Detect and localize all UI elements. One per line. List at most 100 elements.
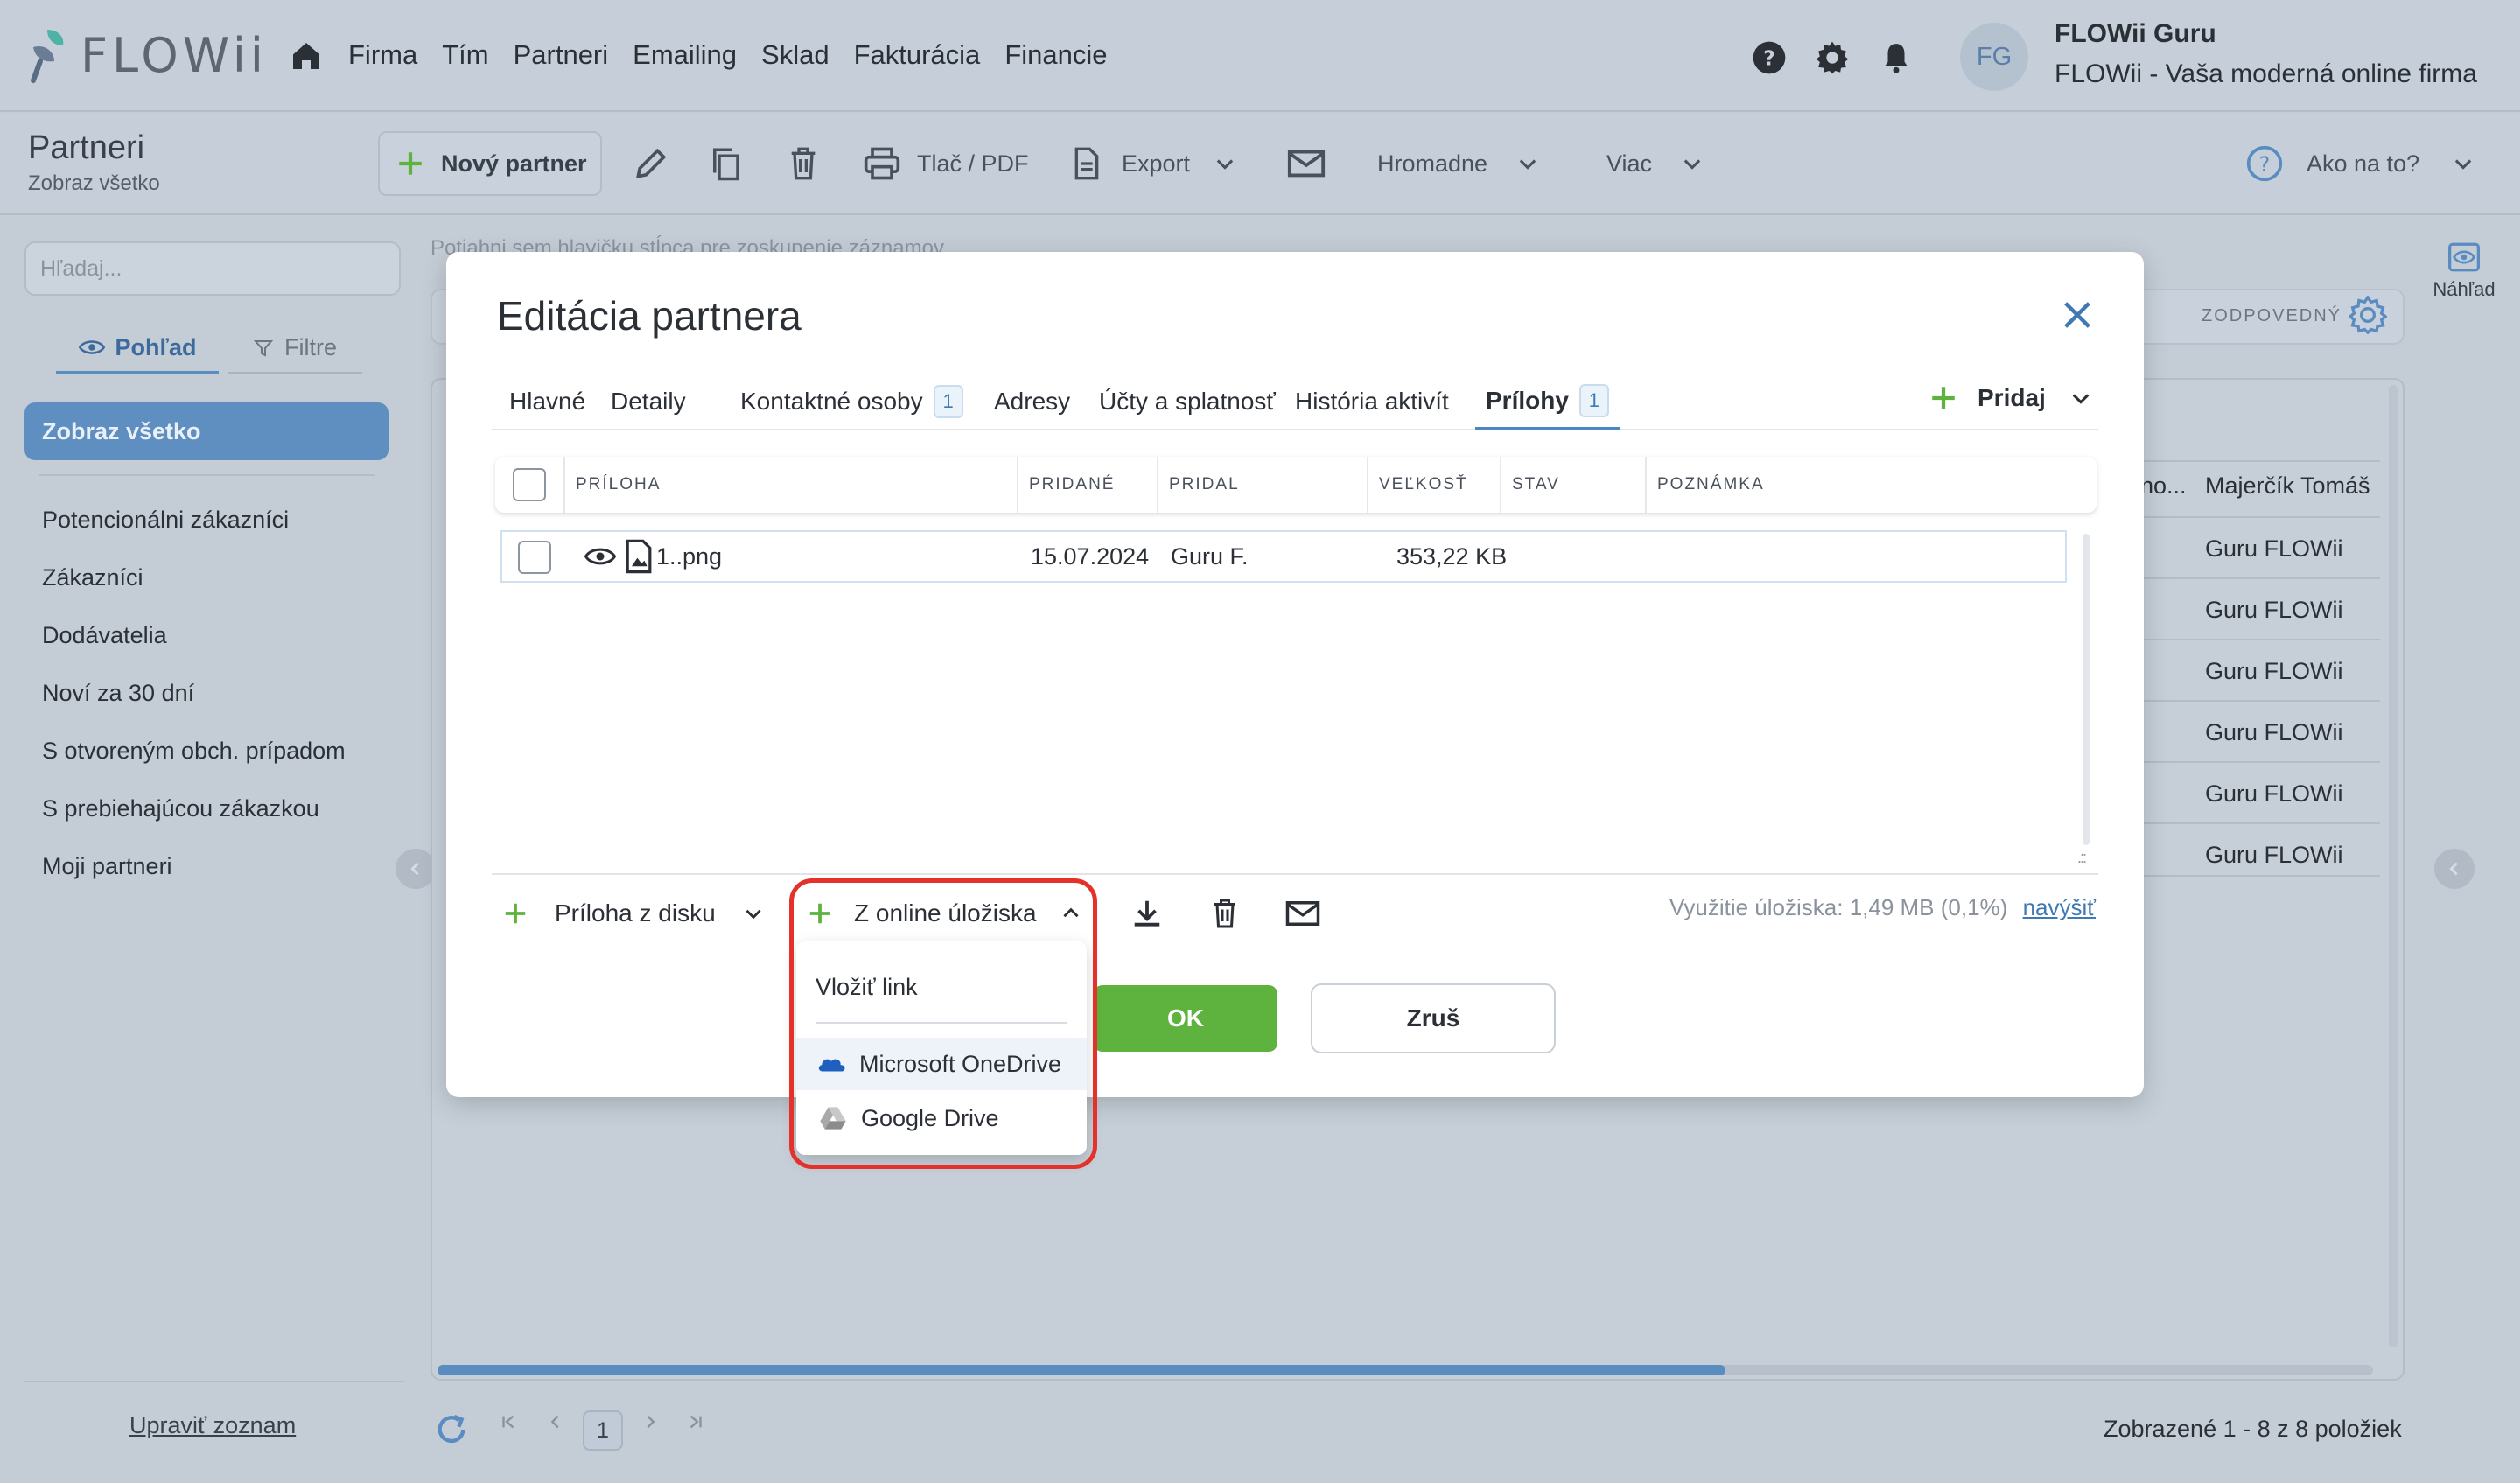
user-avatar[interactable]: FG — [1960, 23, 2028, 91]
col-status[interactable]: STAV — [1500, 457, 1560, 513]
menu-fakturacia[interactable]: Fakturácia — [854, 35, 981, 75]
menu-financie[interactable]: Financie — [1004, 35, 1107, 75]
grid-cell[interactable]: Guru FLOWii — [2205, 842, 2343, 869]
close-icon[interactable] — [2060, 297, 2095, 332]
delete-trash-icon[interactable] — [1209, 896, 1241, 931]
delete-trash-icon[interactable] — [786, 143, 821, 184]
attachments-scrollbar[interactable] — [2082, 534, 2090, 845]
grid-col-responsible[interactable]: Majerčík Tomáš — [2205, 472, 2370, 500]
add-dropdown-button[interactable]: Pridaj — [1928, 383, 2093, 413]
grid-cell[interactable]: Guru FLOWii — [2205, 780, 2343, 808]
export-button[interactable]: Export — [1069, 143, 1237, 184]
sidebar-item-show-all[interactable]: Zobraz všetko — [24, 402, 388, 460]
sidebar-item-potential-customers[interactable]: Potencionálni zákazníci — [42, 500, 346, 558]
help-icon[interactable]: ? — [1752, 40, 1787, 75]
tab-accounts[interactable]: Účty a splatnosť — [1099, 374, 1276, 429]
responsible-label: ZODPOVEDNÝ — [2202, 306, 2342, 325]
attachment-added-by: Guru F. — [1171, 543, 1249, 570]
tab-attachments[interactable]: Prílohy 1 — [1475, 374, 1620, 430]
flowii-logo[interactable]: FLOWii — [24, 24, 268, 86]
tab-addresses[interactable]: Adresy — [994, 374, 1070, 429]
svg-text:?: ? — [1763, 45, 1775, 70]
grid-cell[interactable]: Guru FLOWii — [2205, 658, 2343, 685]
eye-icon[interactable] — [584, 546, 616, 567]
tab-view[interactable]: Pohľad — [56, 324, 219, 374]
sidebar-list: Potencionálni zákazníci Zákazníci Dodáva… — [42, 500, 346, 905]
chevron-left-icon — [2449, 862, 2458, 876]
tab-main[interactable]: Hlavné — [509, 374, 585, 429]
notifications-bell-icon[interactable] — [1880, 40, 1913, 75]
attachment-filename[interactable]: 1..png — [656, 532, 722, 581]
next-page-icon[interactable] — [640, 1412, 660, 1431]
tab-filters[interactable]: Filtre — [228, 324, 362, 374]
email-envelope-icon[interactable] — [1284, 898, 1321, 929]
col-size[interactable]: VEĽKOSŤ — [1367, 457, 1468, 513]
add-label: Pridaj — [1978, 384, 2046, 411]
menu-sklad[interactable]: Sklad — [761, 35, 830, 75]
sidebar-item-open-deal[interactable]: S otvoreným obch. prípadom — [42, 731, 346, 789]
chevron-down-icon — [1216, 159, 1234, 170]
current-page[interactable]: 1 — [583, 1410, 623, 1451]
help-label: Ako na to? — [2306, 150, 2420, 177]
tab-contacts[interactable]: Kontaktné osoby 1 — [740, 374, 963, 429]
increase-storage-link[interactable]: navýšiť — [2023, 894, 2096, 920]
bulk-actions-dropdown[interactable]: Hromadne — [1377, 143, 1540, 184]
col-attachment[interactable]: PRÍLOHA — [564, 457, 661, 513]
edit-list-link[interactable]: Upraviť zoznam — [130, 1412, 296, 1439]
ok-button[interactable]: OK — [1094, 985, 1278, 1052]
tab-details[interactable]: Detaily — [611, 374, 686, 429]
settings-gear-icon[interactable] — [1815, 40, 1850, 75]
grid-cell[interactable]: Guru FLOWii — [2205, 719, 2343, 746]
svg-text:?: ? — [2259, 152, 2271, 177]
sidebar-search-input[interactable]: Hľadaj... — [24, 241, 401, 296]
sidebar-item-ongoing-order[interactable]: S prebiehajúcou zákazkou — [42, 789, 346, 847]
grid-col-partial[interactable]: no... — [2140, 472, 2187, 500]
grid-cell[interactable]: Guru FLOWii — [2205, 597, 2343, 624]
more-dropdown[interactable]: Viac — [1606, 143, 1704, 184]
menu-partneri[interactable]: Partneri — [514, 35, 609, 75]
grid-row-divider — [2135, 577, 2380, 579]
print-pdf-button[interactable]: Tlač / PDF — [863, 143, 1029, 184]
email-envelope-icon[interactable] — [1286, 143, 1326, 184]
sidebar-item-customers[interactable]: Zákazníci — [42, 558, 346, 616]
collapse-preview-button[interactable] — [2434, 849, 2474, 889]
previous-page-icon[interactable] — [546, 1412, 565, 1431]
col-note[interactable]: POZNÁMKA — [1645, 457, 1765, 513]
attachment-row[interactable]: 1..png 15.07.2024 Guru F. 353,22 KB — [500, 530, 2067, 583]
attachment-date: 15.07.2024 — [1031, 543, 1150, 570]
attachment-from-disk-button[interactable]: Príloha z disku — [502, 887, 765, 940]
grid-row-divider — [2135, 460, 2380, 462]
sidebar-item-suppliers[interactable]: Dodávatelia — [42, 616, 346, 674]
cancel-button[interactable]: Zruš — [1311, 983, 1556, 1053]
new-partner-button[interactable]: Nový partner — [378, 131, 602, 196]
home-icon[interactable] — [289, 38, 324, 73]
logo-text: FLOWii — [80, 27, 268, 83]
preview-label: Náhľad — [2432, 278, 2496, 300]
column-settings-gear-icon[interactable] — [2348, 296, 2387, 334]
resize-grip[interactable]: .:: — [2077, 849, 2087, 867]
menu-firma[interactable]: Firma — [348, 35, 417, 75]
col-added-by[interactable]: PRIDAL — [1157, 457, 1240, 513]
vertical-scrollbar[interactable] — [2389, 385, 2398, 1347]
preview-panel-button[interactable]: Náhľad — [2429, 241, 2499, 301]
menu-emailing[interactable]: Emailing — [633, 35, 737, 75]
help-how-to-dropdown[interactable]: ? Ako na to? — [2245, 143, 2475, 184]
col-added[interactable]: PRIDANÉ — [1017, 457, 1115, 513]
select-all-checkbox[interactable] — [513, 468, 546, 501]
first-page-icon[interactable] — [499, 1412, 518, 1431]
tab-history[interactable]: História aktivít — [1295, 374, 1449, 429]
edit-pencil-icon[interactable] — [632, 143, 670, 184]
sidebar-item-my-partners[interactable]: Moji partneri — [42, 847, 346, 905]
modal-tabs: Hlavné Detaily Kontaktné osoby 1 Adresy … — [492, 374, 2098, 430]
last-page-icon[interactable] — [686, 1412, 705, 1431]
storage-usage: Využitie úložiska: 1,49 MB (0,1%) navýši… — [1670, 894, 2096, 921]
menu-tim[interactable]: Tím — [442, 35, 488, 75]
row-checkbox[interactable] — [518, 541, 551, 574]
sidebar-item-new-30-days[interactable]: Noví za 30 dní — [42, 674, 346, 731]
grid-cell[interactable]: Guru FLOWii — [2205, 535, 2343, 563]
horizontal-scrollbar-thumb[interactable] — [438, 1365, 1726, 1375]
grid-row-divider — [2135, 516, 2380, 518]
copy-icon[interactable] — [707, 143, 744, 184]
refresh-icon[interactable] — [434, 1412, 469, 1447]
download-icon[interactable] — [1130, 896, 1164, 931]
